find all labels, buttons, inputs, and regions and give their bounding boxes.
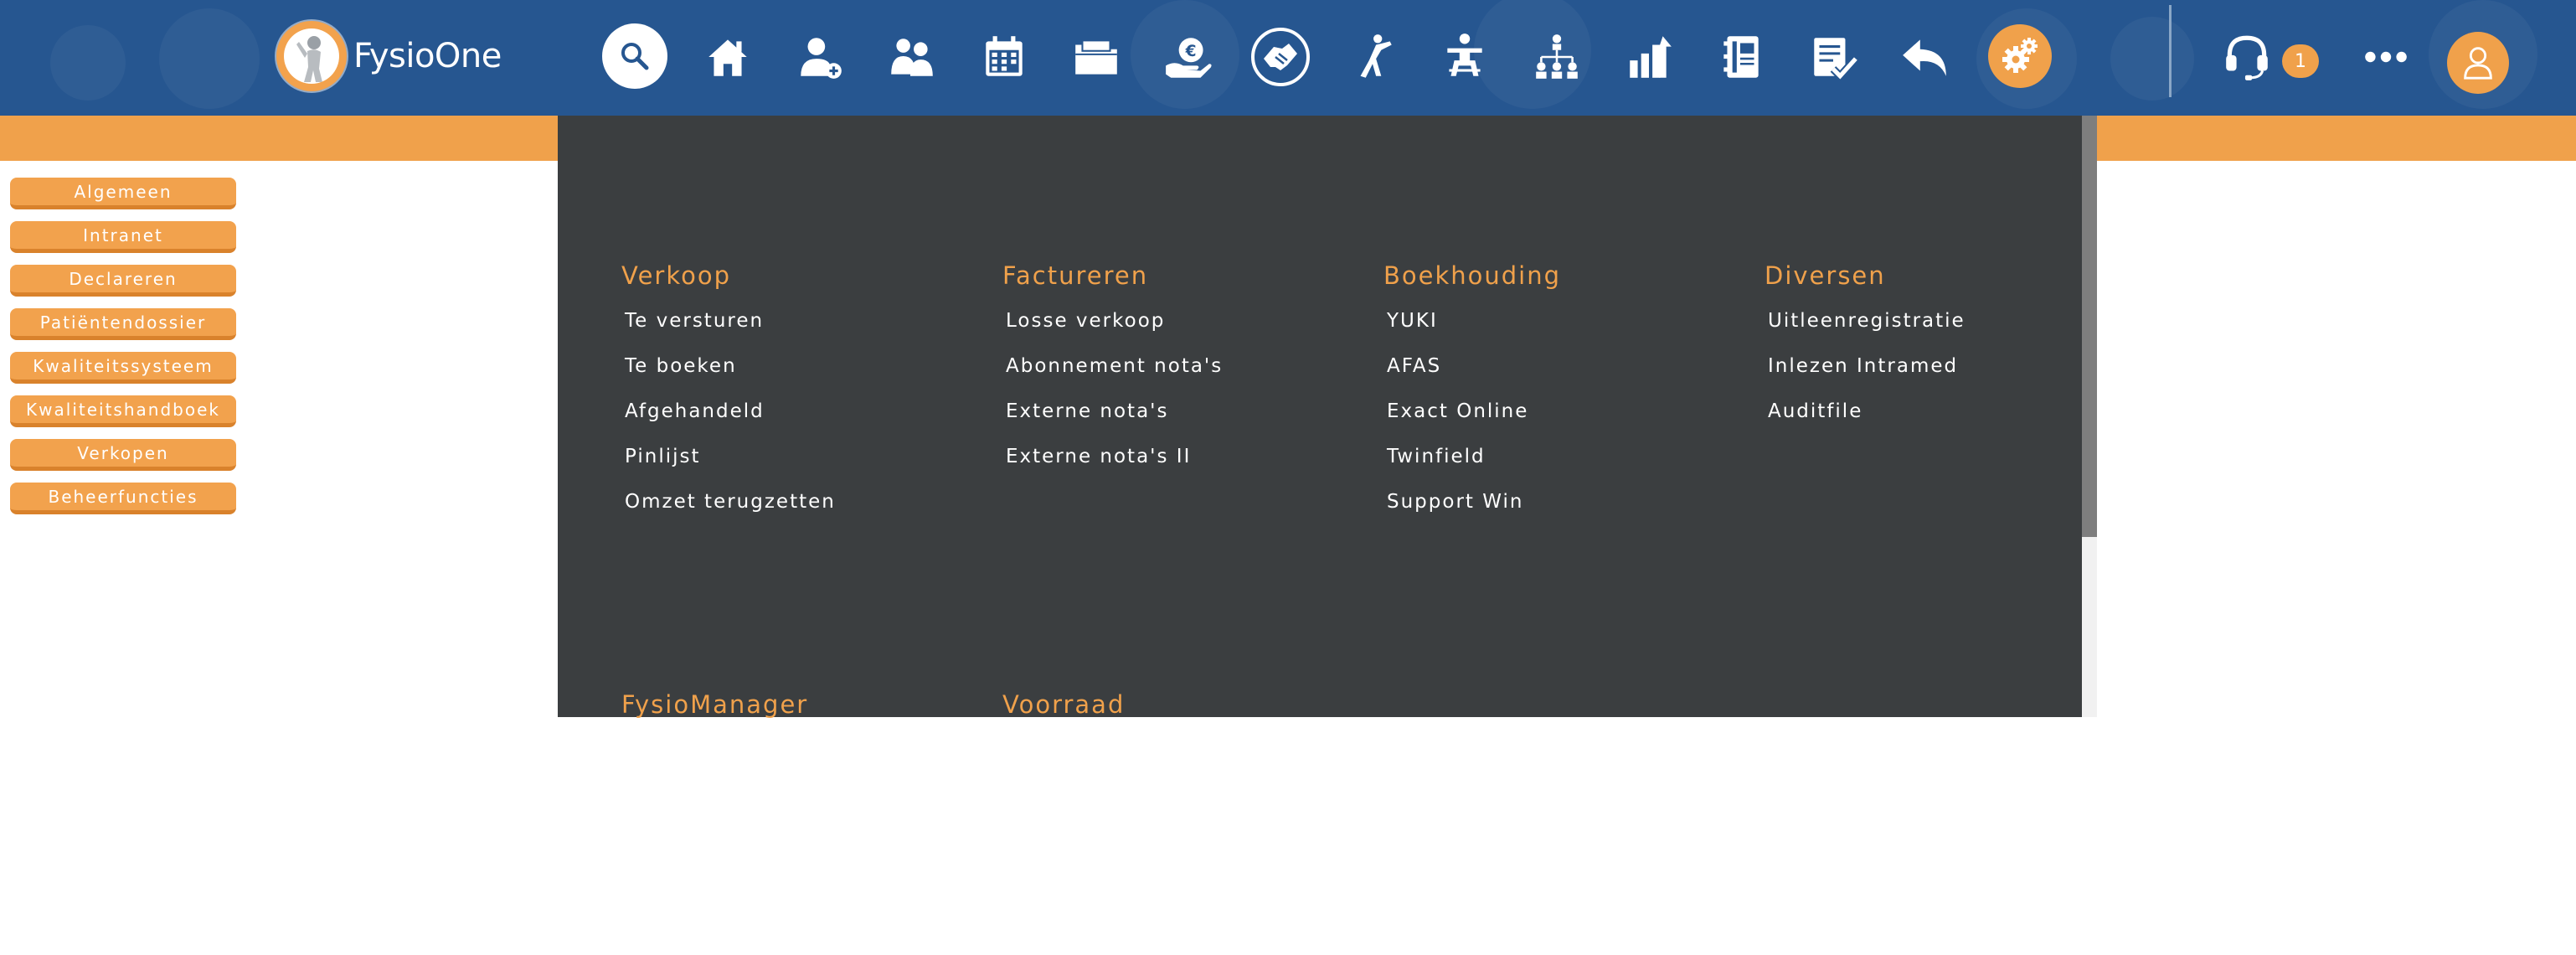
menu-column-boekhouding: Boekhouding YUKI AFAS Exact Online Twinf… (1383, 253, 1561, 524)
menu-column-fysiomanager: FysioManager Omzet en verrichtingen (621, 682, 808, 818)
menu-heading: Verkoop (621, 261, 732, 290)
posture-button[interactable] (1429, 21, 1501, 93)
sidebar-item-kwaliteitshandboek[interactable]: Kwaliteitshandboek (10, 395, 236, 427)
finance-button[interactable]: € (1152, 21, 1224, 93)
notification-badge: 1 (2282, 44, 2319, 78)
menu-item-voorraad-overzicht[interactable]: Voorraad overzicht (1006, 727, 1218, 772)
menu-item-te-versturen[interactable]: Te versturen (625, 298, 836, 343)
menu-column-diversen: Diversen Uitleenregistratie Inlezen Intr… (1765, 253, 1965, 434)
menu-item-uitstaande[interactable]: Uitstaande (1006, 772, 1218, 818)
background-decoration (159, 8, 260, 109)
support-button[interactable] (2211, 21, 2283, 93)
search-icon (621, 43, 649, 70)
background-decoration (2110, 17, 2194, 101)
menu-heading: Factureren (1002, 261, 1149, 290)
organization-button[interactable] (1521, 21, 1593, 93)
menu-item-auditfile[interactable]: Auditfile (1768, 389, 1965, 434)
organization-icon (1536, 34, 1578, 79)
sidebar-item-verkopen[interactable]: Verkopen (10, 439, 236, 471)
menu-item-externe-notas[interactable]: Externe nota's (1006, 389, 1223, 434)
exercises-button[interactable] (1337, 21, 1409, 93)
svg-text:€: € (1185, 43, 1197, 60)
euro-hand-icon: € (1166, 38, 1212, 78)
settings-icon (2002, 38, 2038, 73)
menu-heading: Diversen (1765, 261, 1886, 290)
sidebar-item-patientendossier[interactable]: Patiëntendossier (10, 308, 236, 340)
settings-mega-menu: Verkoop Te versturen Te boeken Afgehande… (558, 116, 2082, 806)
address-book-button[interactable] (1705, 21, 1777, 93)
handshake-icon (1251, 28, 1310, 86)
exercise-icon (1360, 34, 1392, 78)
add-patient-button[interactable] (784, 21, 856, 93)
checklist-icon (1814, 38, 1859, 82)
menu-scrollbar[interactable] (2082, 116, 2097, 717)
menu-column-factureren: Factureren Losse verkoop Abonnement nota… (1002, 253, 1223, 479)
agreements-button[interactable] (1244, 21, 1316, 93)
documents-button[interactable] (1060, 21, 1132, 93)
posture-icon (1447, 34, 1482, 76)
menu-item-uitleenregistratie[interactable]: Uitleenregistratie (1768, 298, 1965, 343)
calendar-icon (986, 36, 1023, 76)
patients-icon (891, 39, 933, 76)
sidebar-item-algemeen[interactable]: Algemeen (10, 178, 236, 209)
menu-item-afas[interactable]: AFAS (1387, 343, 1561, 389)
statistics-icon (1630, 36, 1672, 78)
menu-item-te-boeken[interactable]: Te boeken (625, 343, 836, 389)
menu-heading: Voorraad (1002, 690, 1126, 719)
menu-item-afgehandeld[interactable]: Afgehandeld (625, 389, 836, 434)
home-button[interactable] (692, 21, 764, 93)
add-patient-icon (801, 38, 842, 79)
sidebar-item-intranet[interactable]: Intranet (10, 221, 236, 253)
menu-item-exact-online[interactable]: Exact Online (1387, 389, 1561, 434)
menu-column-voorraad: Voorraad Voorraad overzicht Uitstaande (1002, 682, 1218, 818)
sidebar-item-declareren[interactable]: Declareren (10, 265, 236, 297)
patients-button[interactable] (876, 21, 948, 93)
mascot-icon (296, 36, 322, 82)
home-icon (708, 39, 747, 76)
folder-icon (1075, 39, 1117, 75)
address-book-icon (1723, 36, 1759, 78)
user-icon (2464, 47, 2492, 80)
menu-heading: Boekhouding (1383, 261, 1562, 290)
menu-item-abonnement-notas[interactable]: Abonnement nota's (1006, 343, 1223, 389)
menu-scrollbar-thumb[interactable] (2082, 116, 2097, 537)
menu-heading: FysioManager (621, 690, 809, 719)
menu-item-losse-verkoop[interactable]: Losse verkoop (1006, 298, 1223, 343)
sidebar: Algemeen Intranet Declareren Patiëntendo… (10, 178, 236, 526)
undo-button[interactable] (1889, 21, 1961, 93)
user-avatar-button[interactable] (2447, 32, 2509, 94)
menu-item-pinlijst[interactable]: Pinlijst (625, 434, 836, 479)
menu-item-yuki[interactable]: YUKI (1387, 298, 1561, 343)
menu-item-omzet-en-verrichtingen[interactable]: Omzet en (625, 727, 808, 772)
fysioone-logo[interactable]: FysioOne (276, 18, 502, 94)
menu-item-twinfield[interactable]: Twinfield (1387, 434, 1561, 479)
checklist-button[interactable] (1797, 21, 1869, 93)
logo-badge (276, 21, 347, 91)
search-button[interactable] (602, 23, 667, 89)
top-navigation-bar: FysioOne € 1 (0, 0, 2576, 116)
menu-item-inlezen-intramed[interactable]: Inlezen Intramed (1768, 343, 1965, 389)
more-options-button[interactable] (2350, 21, 2422, 93)
logo-text: FysioOne (353, 37, 502, 75)
sidebar-item-kwaliteitssysteem[interactable]: Kwaliteitssysteem (10, 352, 236, 384)
undo-icon (1903, 39, 1946, 76)
menu-item-support-win[interactable]: Support Win (1387, 479, 1561, 524)
sidebar-item-beheerfuncties[interactable]: Beheerfuncties (10, 483, 236, 514)
statistics-button[interactable] (1613, 21, 1685, 93)
menu-item-externe-notas-ii[interactable]: Externe nota's II (1006, 434, 1223, 479)
headset-icon (2226, 35, 2268, 80)
menu-column-verkoop: Verkoop Te versturen Te boeken Afgehande… (621, 253, 836, 524)
toolbar-divider (2169, 5, 2172, 97)
calendar-button[interactable] (968, 21, 1040, 93)
menu-item-omzet-terugzetten[interactable]: Omzet terugzetten (625, 479, 836, 524)
more-dots-icon (2365, 51, 2407, 63)
menu-item-omzet-en-verrichtingen-cont[interactable]: verrichtingen (625, 772, 808, 818)
background-decoration (50, 25, 126, 101)
settings-button[interactable] (1988, 24, 2052, 88)
